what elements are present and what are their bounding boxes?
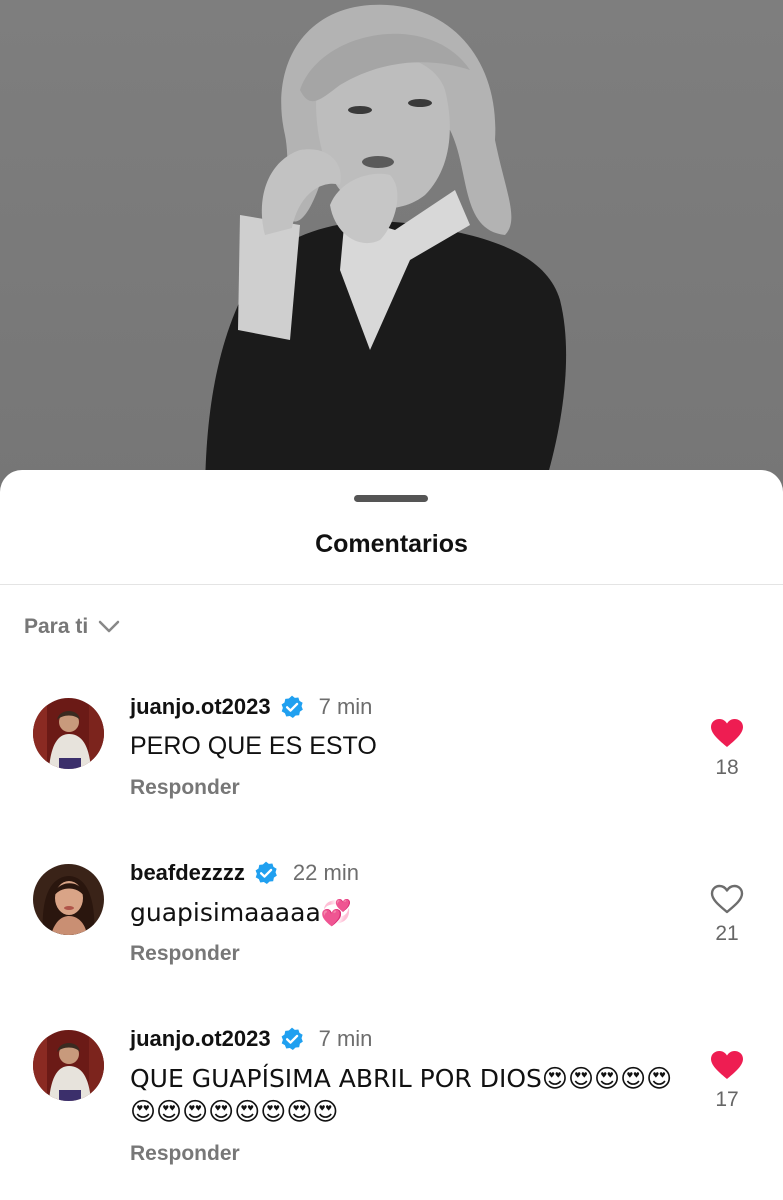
person-photo xyxy=(205,4,567,500)
divider xyxy=(0,584,783,585)
reply-button[interactable]: Responder xyxy=(130,776,240,800)
comment-time: 22 min xyxy=(292,860,359,885)
reply-button[interactable]: Responder xyxy=(130,942,240,966)
like-control: 17 xyxy=(700,1050,754,1112)
like-count: 18 xyxy=(715,756,739,779)
comment-meta: beafdezzzz 22 min xyxy=(130,860,359,886)
avatar[interactable] xyxy=(33,864,104,935)
comment-text: QUE GUAPÍSIMA ABRIL POR DIOS😍😍😍😍😍😍😍😍😍😍😍😍… xyxy=(130,1064,673,1126)
heart-outline-icon[interactable] xyxy=(710,884,744,914)
verified-badge-icon xyxy=(279,1026,305,1052)
comment-text: PERO QUE ES ESTO xyxy=(130,732,377,760)
like-count: 17 xyxy=(715,1088,739,1111)
avatar[interactable] xyxy=(33,1030,104,1101)
like-control: 21 xyxy=(700,884,754,946)
sheet-drag-handle[interactable] xyxy=(354,495,428,502)
username[interactable]: beafdezzzz xyxy=(130,860,245,886)
comments-sheet: Comentarios Para ti juanjo.ot2023 7 min … xyxy=(0,470,783,1200)
heart-filled-icon[interactable] xyxy=(710,1050,744,1080)
chevron-down-icon xyxy=(98,620,120,634)
username[interactable]: juanjo.ot2023 xyxy=(130,694,271,720)
verified-badge-icon xyxy=(279,694,305,720)
comment-time: 7 min xyxy=(318,1026,373,1051)
like-count: 21 xyxy=(715,922,739,945)
sheet-title: Comentarios xyxy=(315,530,468,558)
avatar[interactable] xyxy=(33,698,104,769)
comment-meta: juanjo.ot2023 7 min xyxy=(130,694,372,720)
sort-label: Para ti xyxy=(24,615,89,638)
verified-badge-icon xyxy=(253,860,279,886)
heart-filled-icon[interactable] xyxy=(710,718,744,748)
like-control: 18 xyxy=(700,718,754,780)
comment-text: guapisimaaaaa💞 xyxy=(130,898,352,927)
sort-dropdown[interactable]: Para ti xyxy=(24,615,120,639)
post-photo-backdrop xyxy=(0,0,783,500)
username[interactable]: juanjo.ot2023 xyxy=(130,1026,271,1052)
comment-time: 7 min xyxy=(318,694,373,719)
comment-meta: juanjo.ot2023 7 min xyxy=(130,1026,372,1052)
reply-button[interactable]: Responder xyxy=(130,1142,240,1166)
